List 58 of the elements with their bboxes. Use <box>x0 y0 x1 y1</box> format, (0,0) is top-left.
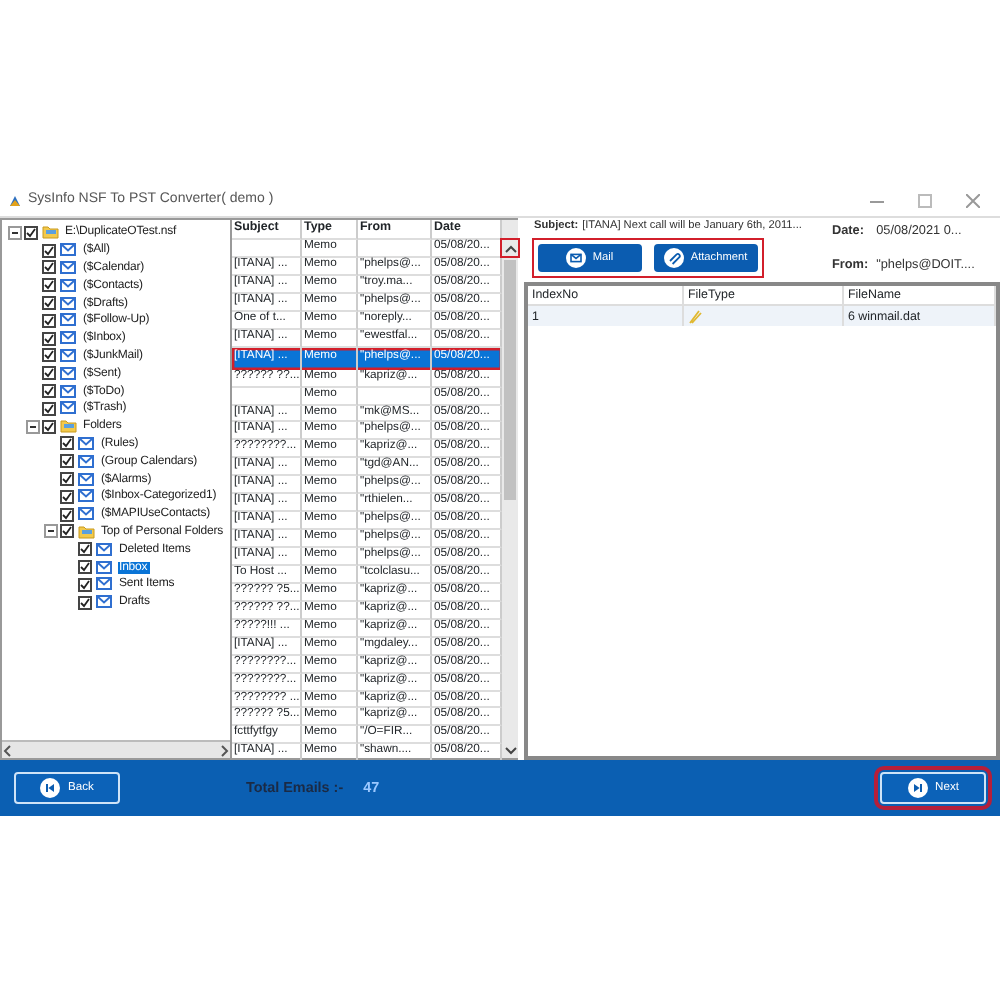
envelope-icon <box>78 435 95 452</box>
envelope-icon <box>566 248 587 269</box>
checkbox[interactable] <box>60 524 74 539</box>
scroll-down-icon[interactable] <box>503 745 517 755</box>
checkbox[interactable] <box>42 260 56 275</box>
collapse-icon[interactable] <box>44 524 58 539</box>
envelope-icon <box>60 259 77 276</box>
envelope-icon <box>60 347 77 364</box>
checkbox[interactable] <box>60 489 74 504</box>
envelope-icon <box>78 488 95 505</box>
envelope-icon <box>96 559 113 576</box>
envelope-icon <box>60 277 77 294</box>
checkbox[interactable] <box>42 278 56 293</box>
collapse-icon[interactable] <box>8 225 22 240</box>
envelope-icon <box>60 365 77 382</box>
envelope-icon <box>78 471 95 488</box>
envelope-icon <box>78 453 95 470</box>
checkbox[interactable] <box>42 419 56 434</box>
checkbox[interactable] <box>78 595 92 610</box>
envelope-icon <box>60 330 77 347</box>
envelope-icon <box>60 383 77 400</box>
scrollbar-thumb[interactable] <box>504 260 516 500</box>
envelope-icon <box>60 242 77 259</box>
envelope-icon <box>60 400 77 417</box>
collapse-icon[interactable] <box>26 419 40 434</box>
envelope-icon <box>60 312 77 329</box>
close-icon[interactable] <box>966 193 980 207</box>
scroll-left-icon[interactable] <box>2 743 14 757</box>
envelope-icon <box>60 295 77 312</box>
checkbox[interactable] <box>42 366 56 381</box>
checkbox[interactable] <box>42 296 56 311</box>
paperclip-icon <box>664 248 685 269</box>
envelope-icon <box>96 594 113 611</box>
skip-back-icon <box>40 778 61 798</box>
file-type-icon <box>688 309 702 324</box>
checkbox[interactable] <box>60 454 74 469</box>
checkbox[interactable] <box>78 577 92 592</box>
folder-icon <box>78 523 95 540</box>
envelope-icon <box>78 506 95 523</box>
checkbox[interactable] <box>60 507 74 522</box>
skip-forward-icon <box>907 778 928 798</box>
checkbox[interactable] <box>60 436 74 451</box>
checkbox[interactable] <box>42 384 56 399</box>
checkbox[interactable] <box>42 331 56 346</box>
envelope-icon <box>96 576 113 593</box>
envelope-icon <box>96 541 113 558</box>
checkbox[interactable] <box>24 225 38 240</box>
checkbox[interactable] <box>42 243 56 258</box>
checkbox[interactable] <box>78 560 92 575</box>
app-logo-icon <box>8 193 22 207</box>
checkbox[interactable] <box>42 348 56 363</box>
folder-icon <box>42 224 59 241</box>
folder-icon <box>60 418 77 435</box>
checkbox[interactable] <box>42 313 56 328</box>
checkbox[interactable] <box>60 472 74 487</box>
scroll-right-icon[interactable] <box>218 743 230 757</box>
checkbox[interactable] <box>42 401 56 416</box>
checkbox[interactable] <box>78 542 92 557</box>
